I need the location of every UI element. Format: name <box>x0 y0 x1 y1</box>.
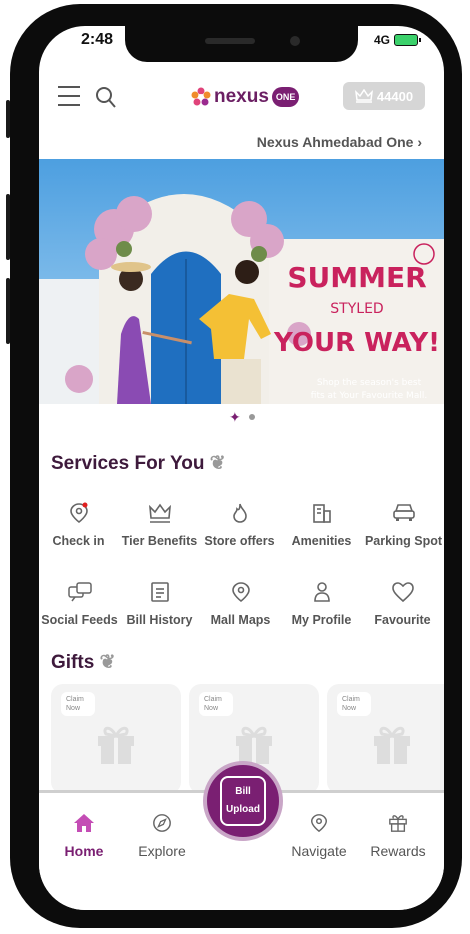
claim-now-tag: Claim Now <box>61 692 95 716</box>
service-label: Bill History <box>126 613 193 627</box>
gift-icon <box>389 815 407 832</box>
status-network: 4G <box>373 33 421 47</box>
services-title: Services For You ❦ <box>51 452 226 475</box>
crown-icon <box>354 89 373 103</box>
navigate-pin-icon <box>310 814 328 833</box>
volume-up-button <box>6 194 10 260</box>
notch <box>125 26 358 62</box>
flame-icon <box>232 503 247 523</box>
crown-icon <box>148 503 171 523</box>
service-label: Favourite <box>374 613 431 627</box>
document-icon <box>150 582 169 602</box>
service-label: Store offers <box>204 534 275 548</box>
upload-label-1: Bill <box>235 786 251 797</box>
banner-caption-1: Shop the season's best <box>317 378 422 388</box>
tab-label: Explore <box>138 843 186 859</box>
bill-upload-button[interactable]: Bill Upload <box>203 761 283 841</box>
banner-headline-1: SUMMER <box>287 261 426 294</box>
tab-label: Home <box>64 843 104 859</box>
promo-banner[interactable]: SUMMER STYLED YOUR WAY! Shop the season'… <box>39 159 444 404</box>
service-parking-spot[interactable]: Parking Spot <box>361 502 444 550</box>
service-label: Check in <box>52 534 105 548</box>
app-header: nexus ONE 44400 <box>39 82 444 118</box>
person-icon <box>313 582 330 602</box>
service-social-feeds[interactable]: Social Feeds <box>39 581 122 629</box>
tab-label: Rewards <box>370 843 426 859</box>
tab-navigate[interactable]: Navigate <box>284 813 354 861</box>
battery-icon <box>394 34 421 46</box>
volume-down-button <box>6 278 10 344</box>
building-icon <box>312 504 331 523</box>
claim-now-tag: Claim Now <box>199 692 233 716</box>
screen: 2:48 4G nexus ONE 44400 Nexus Ahmedabad … <box>39 26 444 910</box>
points-value: 44400 <box>376 88 414 104</box>
service-store-offers[interactable]: Store offers <box>197 502 282 550</box>
home-icon <box>74 814 94 832</box>
service-label: Mall Maps <box>210 613 271 627</box>
service-label: Amenities <box>291 534 352 548</box>
star-logo-icon <box>191 87 211 106</box>
gift-icon <box>98 726 134 764</box>
gift-icon <box>374 726 410 764</box>
search-icon[interactable] <box>96 86 116 108</box>
network-label: 4G <box>373 33 390 47</box>
service-tier-benefits[interactable]: Tier Benefits <box>117 502 202 550</box>
compass-icon <box>153 814 171 832</box>
chevron-right-icon: › <box>417 134 422 150</box>
service-mall-maps[interactable]: Mall Maps <box>198 581 283 629</box>
banner-headline-2: STYLED <box>330 301 383 317</box>
service-label: Parking Spot <box>364 534 443 548</box>
tab-label: Navigate <box>291 843 347 859</box>
leaf-icon: ❦ <box>209 453 226 474</box>
service-label: Tier Benefits <box>121 534 198 548</box>
service-label: Social Feeds <box>41 613 118 627</box>
gifts-title: Gifts ❦ <box>51 651 115 674</box>
tab-home[interactable]: Home <box>49 813 119 861</box>
logo-text: nexus <box>214 86 269 107</box>
leaf-icon: ❦ <box>99 652 116 673</box>
tab-explore[interactable]: Explore <box>127 813 197 861</box>
service-check-in[interactable]: Check in <box>39 502 121 550</box>
silent-switch <box>6 100 10 138</box>
service-amenities[interactable]: Amenities <box>279 502 364 550</box>
banner-caption-2: fits at Your Favourite Mall. <box>311 391 427 401</box>
service-favourite[interactable]: Favourite <box>360 581 444 629</box>
location-pin-icon <box>69 502 88 524</box>
banner-image: SUMMER STYLED YOUR WAY! Shop the season'… <box>39 159 444 404</box>
service-bill-history[interactable]: Bill History <box>117 581 202 629</box>
map-pin-icon <box>231 582 250 603</box>
mall-name: Nexus Ahmedabad One <box>256 134 414 150</box>
carousel-dots: ✦ <box>229 410 255 424</box>
app-logo: nexus ONE <box>191 86 300 108</box>
gift-card[interactable]: Claim Now <box>327 684 444 794</box>
gift-card[interactable]: Claim Now <box>51 684 181 794</box>
status-time: 2:48 <box>81 31 114 48</box>
banner-headline-3: YOUR WAY! <box>273 328 440 358</box>
gift-icon <box>236 726 272 764</box>
upload-label-2: Upload <box>226 804 260 815</box>
service-my-profile[interactable]: My Profile <box>279 581 364 629</box>
claim-now-tag: Claim Now <box>337 692 371 716</box>
scan-frame-icon: Bill Upload <box>220 776 266 826</box>
service-label: My Profile <box>291 613 352 627</box>
menu-icon[interactable] <box>58 86 80 106</box>
gifts-title-text: Gifts <box>51 652 95 673</box>
logo-badge: ONE <box>271 87 300 107</box>
car-icon <box>392 504 415 521</box>
tab-rewards[interactable]: Rewards <box>363 813 433 861</box>
mall-selector[interactable]: Nexus Ahmedabad One › <box>257 134 422 150</box>
heart-icon <box>391 582 414 603</box>
carousel-dot-active[interactable]: ✦ <box>229 410 241 424</box>
services-title-text: Services For You <box>51 453 205 474</box>
points-badge[interactable]: 44400 <box>343 82 425 110</box>
carousel-dot[interactable] <box>248 414 255 420</box>
chat-icon <box>67 582 92 602</box>
